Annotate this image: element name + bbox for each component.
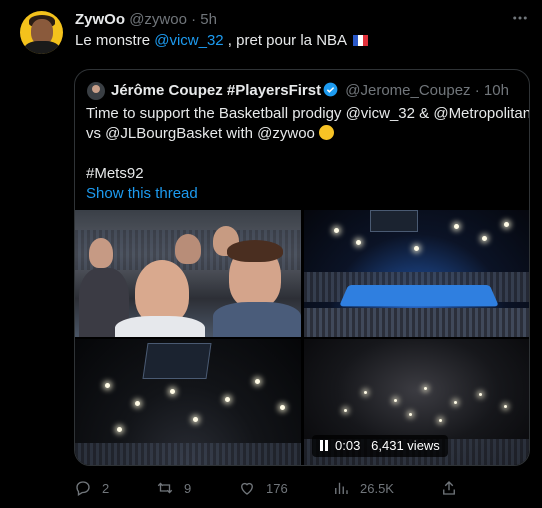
- media-photo-jumbotron[interactable]: [75, 339, 301, 465]
- share-button[interactable]: [440, 476, 468, 500]
- tweet-text-suffix: , pret pour la NBA: [223, 32, 347, 49]
- video-views: 6,431 views: [371, 438, 440, 453]
- author-name[interactable]: ZywOo: [75, 11, 125, 28]
- quoted-time[interactable]: 10h: [484, 82, 509, 99]
- like-button[interactable]: 176: [238, 476, 288, 500]
- reply-icon: [76, 481, 90, 496]
- quoted-tweet[interactable]: Jérôme Coupez #PlayersFirst @Jerome_Coup…: [74, 69, 530, 466]
- author-handle[interactable]: @zywoo: [129, 11, 187, 28]
- media-photo-arena[interactable]: [304, 210, 529, 337]
- quoted-text: Time to support the Basketball prodigy @…: [86, 104, 530, 204]
- media-photo-selfie[interactable]: [75, 210, 301, 337]
- views-count: 26.5K: [360, 480, 394, 496]
- heart-icon: [241, 482, 253, 495]
- action-bar: 2 9 176 26.5K: [74, 476, 534, 500]
- verified-badge-icon: [323, 82, 338, 97]
- more-icon[interactable]: [508, 9, 532, 27]
- retweet-icon: [157, 482, 173, 494]
- hashtag-link[interactable]: #Mets92: [86, 164, 529, 184]
- reply-count: 2: [102, 480, 110, 496]
- views-button[interactable]: 26.5K: [332, 476, 394, 500]
- tweet-text: Le monstre @vicw_32 , pret pour la NBA: [75, 31, 369, 51]
- media-video[interactable]: 0:03 6,431 views: [304, 339, 529, 465]
- quoted-header: Jérôme Coupez #PlayersFirst @Jerome_Coup…: [111, 81, 509, 101]
- like-count: 176: [266, 480, 288, 496]
- quoted-author-name[interactable]: Jérôme Coupez #PlayersFirst: [111, 82, 321, 99]
- share-icon: [443, 481, 455, 495]
- retweet-count: 9: [184, 480, 192, 496]
- tweet-header: ZywOo @zywoo · 5h: [75, 11, 217, 29]
- video-badge[interactable]: 0:03 6,431 views: [312, 435, 448, 457]
- tweet-text-prefix: Le monstre: [75, 32, 155, 49]
- tweet-time[interactable]: 5h: [200, 11, 217, 28]
- pause-icon[interactable]: [320, 436, 330, 451]
- separator-dot: ·: [191, 11, 197, 28]
- mention-link[interactable]: @vicw_32: [154, 32, 223, 49]
- tweet[interactable]: ZywOo @zywoo · 5h Le monstre @vicw_32 , …: [0, 0, 542, 508]
- retweet-button[interactable]: 9: [156, 476, 191, 500]
- show-thread-link[interactable]: Show this thread: [86, 184, 529, 204]
- quoted-line-1: Time to support the Basketball prodigy @…: [86, 105, 530, 122]
- quoted-separator-dot: ·: [474, 82, 480, 99]
- quoted-avatar[interactable]: [87, 82, 105, 100]
- views-chart-icon: [335, 482, 348, 494]
- avatar[interactable]: [20, 11, 63, 54]
- quoted-line-2: vs @JLBourgBasket with @zywoo: [86, 125, 315, 142]
- france-flag-icon: [353, 32, 369, 46]
- quoted-author-handle[interactable]: @Jerome_Coupez: [345, 82, 470, 99]
- saluting-face-emoji-icon: [319, 125, 335, 140]
- video-time: 0:03: [335, 438, 361, 453]
- media-grid: 0:03 6,431 views: [75, 210, 529, 465]
- reply-button[interactable]: 2: [74, 476, 109, 500]
